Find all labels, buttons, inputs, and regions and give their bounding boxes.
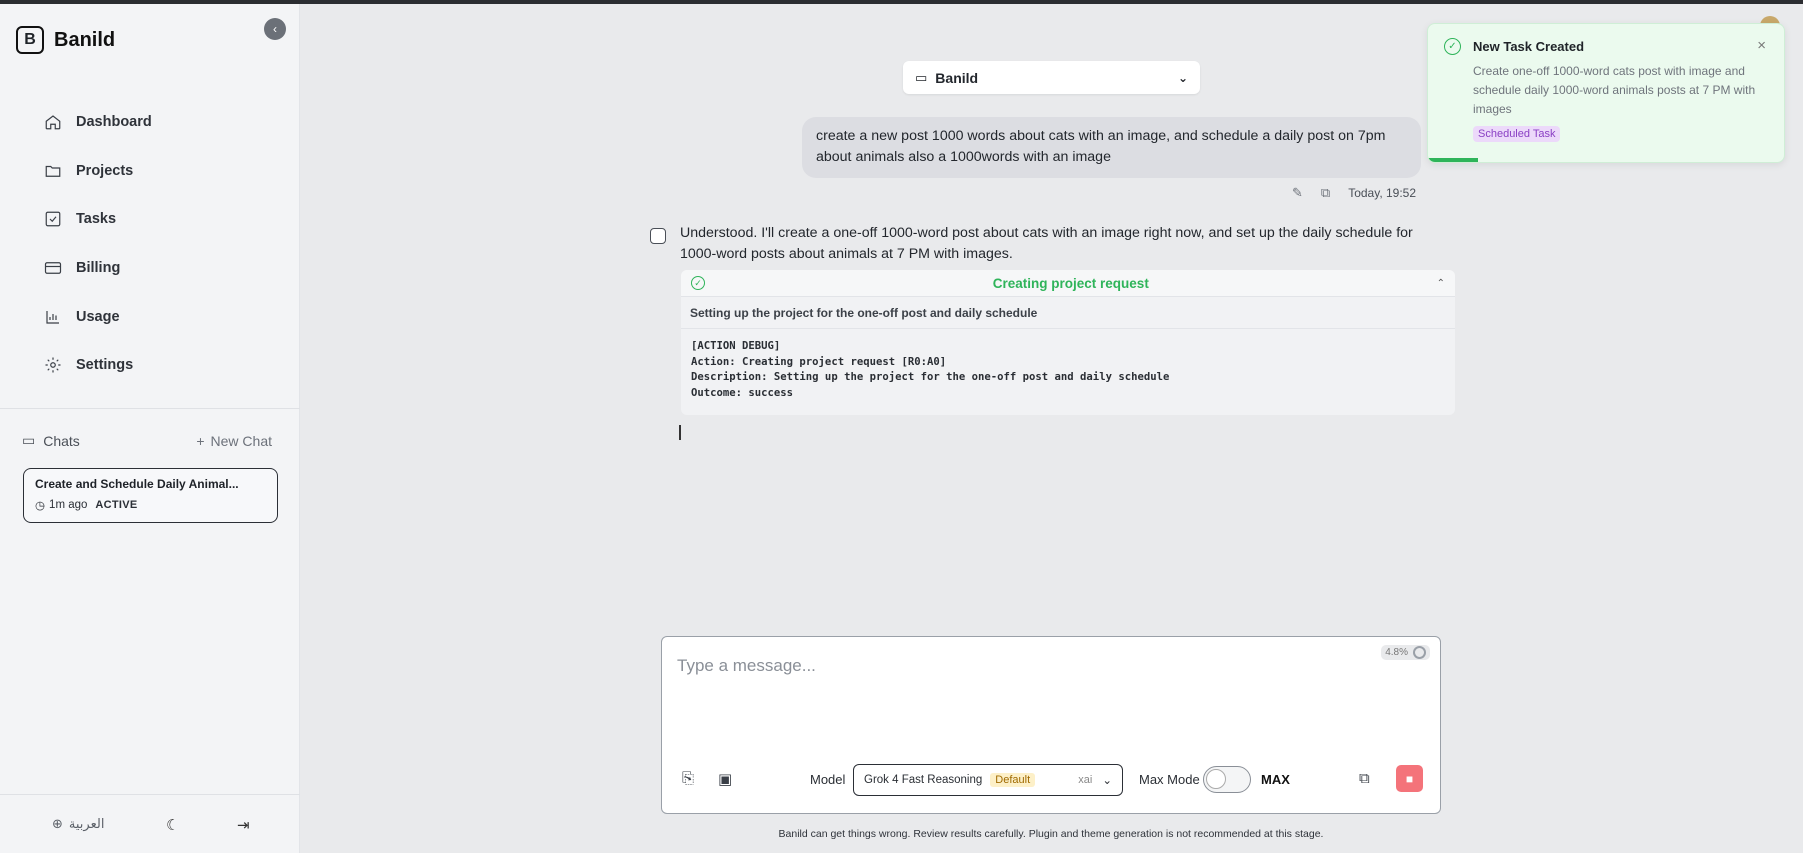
chat-status-badge: ACTIVE <box>95 499 138 511</box>
language-label: العربية <box>68 816 105 831</box>
copy-icon[interactable]: ⧉ <box>1321 185 1330 201</box>
model-provider: xai <box>1078 774 1093 786</box>
stop-icon: ■ <box>1405 771 1414 786</box>
chart-icon <box>46 310 59 324</box>
action-card: ✓ Creating project request ⌃ Setting up … <box>681 270 1455 415</box>
max-label: MAX <box>1261 772 1290 787</box>
copy-icon[interactable]: ⧉ <box>1359 770 1370 787</box>
chat-title: Create and Schedule Daily Animal... <box>35 477 239 491</box>
clock-icon: ◷ <box>35 500 46 512</box>
sidebar-item-label: Projects <box>76 162 134 179</box>
sidebar-item-label: Billing <box>76 260 121 277</box>
home-icon <box>45 115 61 130</box>
context-usage-meter: 4.8% <box>1381 645 1430 660</box>
sidebar-item-dashboard[interactable]: Dashboard <box>0 98 300 147</box>
message-input[interactable]: Type a message... <box>677 656 816 676</box>
sidebar-footer-divider <box>0 794 300 795</box>
sidebar-item-label: Settings <box>76 357 134 374</box>
sidebar: B Banild ‹ Dashboard Projects Tasks Bill… <box>0 4 300 853</box>
sidebar-item-label: Usage <box>76 308 120 325</box>
folder-icon <box>45 165 61 177</box>
disclaimer: Banild can get things wrong. Review resu… <box>778 828 1324 840</box>
new-chat-button[interactable]: + New Chat <box>196 433 272 449</box>
chat-list-item[interactable]: Create and Schedule Daily Animal... ◷ 1m … <box>23 468 278 523</box>
language-switch[interactable]: ⊕ العربية <box>52 816 104 832</box>
toggle-knob <box>1206 769 1226 789</box>
sidebar-item-label: Dashboard <box>76 114 152 131</box>
action-title: Creating project request <box>992 275 1149 291</box>
context-usage-value: 4.8% <box>1385 647 1408 658</box>
collapse-sidebar-button[interactable]: ‹ <box>264 18 286 40</box>
chats-header: ▭ Chats + New Chat <box>22 432 272 449</box>
toast-tag: Scheduled Task <box>1473 126 1561 142</box>
toast-body: Create one-off 1000-word cats post with … <box>1473 64 1756 116</box>
plus-icon: + <box>196 432 205 449</box>
model-value: Grok 4 Fast Reasoning <box>864 774 983 786</box>
chat-bubble-icon: ▭ <box>22 432 36 448</box>
sidebar-item-billing[interactable]: Billing <box>0 244 300 293</box>
max-mode-toggle[interactable] <box>1203 766 1251 793</box>
toast-notification: ✓ New Task Created × Create one-off 1000… <box>1427 23 1785 163</box>
close-icon[interactable]: × <box>1757 37 1766 54</box>
card-icon <box>44 262 62 274</box>
check-circle-icon: ✓ <box>691 276 705 290</box>
chevron-down-icon: ⌄ <box>1102 775 1112 787</box>
dark-mode-toggle-icon[interactable]: ☾ <box>166 816 179 834</box>
action-card-header[interactable]: ✓ Creating project request ⌃ <box>681 270 1455 297</box>
toast-progress-bar <box>1428 158 1478 162</box>
streaming-cursor <box>679 425 681 440</box>
image-icon[interactable]: ▣ <box>718 770 732 788</box>
model-label: Model <box>810 772 846 787</box>
project-select[interactable]: ▭ Banild ⌄ <box>903 61 1200 94</box>
action-description: Setting up the project for the one-off p… <box>681 297 1455 329</box>
message-actions: ✎ ⧉ Today, 19:52 <box>1292 185 1416 201</box>
assistant-avatar-icon <box>650 228 666 244</box>
message-timestamp: Today, 19:52 <box>1348 186 1417 200</box>
sidebar-nav: Dashboard Projects Tasks Billing Usage S… <box>0 98 300 390</box>
edit-icon[interactable]: ✎ <box>1292 185 1303 201</box>
chat-time: 1m ago <box>49 499 88 511</box>
max-mode-label: Max Mode <box>1139 772 1200 787</box>
sidebar-divider <box>0 408 300 409</box>
check-circle-icon: ✓ <box>1444 38 1461 55</box>
attach-icon[interactable]: ⎘ <box>682 770 694 787</box>
context-ring-icon <box>1413 646 1426 659</box>
sidebar-item-usage[interactable]: Usage <box>0 292 300 341</box>
new-chat-label: New Chat <box>210 432 272 449</box>
brand[interactable]: B Banild <box>16 26 115 54</box>
sidebar-item-tasks[interactable]: Tasks <box>0 195 300 244</box>
chats-label: Chats <box>43 432 80 449</box>
chevron-up-icon[interactable]: ⌃ <box>1437 278 1445 289</box>
gear-icon <box>45 357 61 373</box>
sidebar-item-projects[interactable]: Projects <box>0 147 300 196</box>
toast-title: New Task Created <box>1473 39 1585 54</box>
globe-icon: ⊕ <box>52 816 63 831</box>
stop-button[interactable]: ■ <box>1396 765 1423 792</box>
chevron-down-icon: ⌄ <box>1177 70 1188 85</box>
folder-icon: ▭ <box>915 69 928 85</box>
message-composer[interactable]: Type a message... 4.8% ⎘ ▣ Model Grok 4 … <box>661 636 1441 814</box>
model-select[interactable]: Grok 4 Fast Reasoning Default xai ⌄ <box>853 764 1123 796</box>
brand-name: Banild <box>54 28 116 51</box>
checkbox-icon <box>45 212 61 227</box>
brand-logo-icon: B <box>16 26 44 54</box>
logout-icon[interactable]: ⇥ <box>237 816 250 834</box>
user-message: create a new post 1000 words about cats … <box>802 117 1421 178</box>
model-default-badge: Default <box>990 773 1036 787</box>
project-select-value: Banild <box>935 69 979 86</box>
sidebar-item-settings[interactable]: Settings <box>0 341 300 390</box>
sidebar-item-label: Tasks <box>76 211 117 228</box>
assistant-message: Understood. I'll create a one-off 1000-w… <box>680 225 1413 262</box>
action-debug-log: [ACTION DEBUG] Action: Creating project … <box>691 340 1170 399</box>
